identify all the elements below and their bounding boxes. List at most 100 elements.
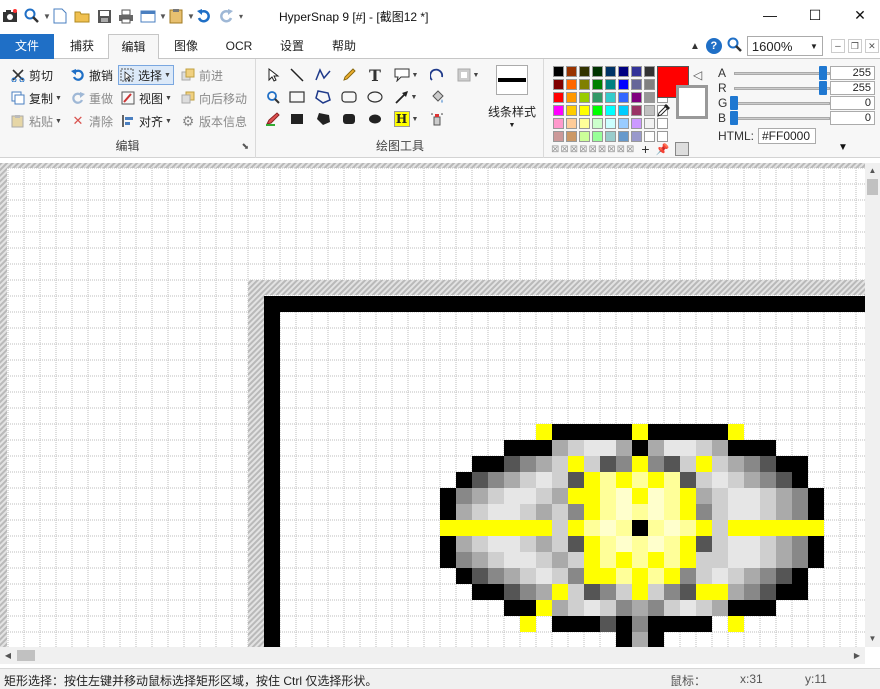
line-style-button[interactable]: 线条样式 ▼	[481, 65, 543, 135]
color-swatch[interactable]	[644, 66, 655, 77]
close-button[interactable]: ✕	[840, 0, 880, 30]
dialog-launcher-icon[interactable]: ⬊	[241, 141, 249, 152]
color-swatch[interactable]	[631, 79, 642, 90]
color-swatch[interactable]	[592, 92, 603, 103]
filled-rectangle-tool-icon[interactable]	[287, 109, 307, 129]
color-swatch[interactable]	[566, 79, 577, 90]
pixel-grid-canvas[interactable]	[0, 163, 865, 647]
add-color-icon[interactable]: +	[641, 141, 649, 157]
red-value[interactable]: 255	[830, 81, 875, 95]
polyline-tool-icon[interactable]	[313, 65, 333, 85]
green-thumb[interactable]	[730, 96, 738, 110]
cut-button[interactable]: 剪切	[10, 65, 53, 85]
color-swatch[interactable]	[566, 105, 577, 116]
color-swatch[interactable]	[579, 105, 590, 116]
scroll-down-icon[interactable]: ▼	[865, 631, 880, 647]
color-swatch[interactable]	[618, 105, 629, 116]
color-swatch[interactable]	[618, 118, 629, 129]
filled-polygon-tool-icon[interactable]	[313, 109, 333, 129]
color-swatch[interactable]	[618, 92, 629, 103]
tab-ocr[interactable]: OCR	[214, 34, 264, 59]
color-swatch[interactable]	[592, 118, 603, 129]
undo-button[interactable]: 撤销	[70, 65, 113, 85]
vertical-scrollbar[interactable]: ▲ ▼	[865, 163, 880, 647]
help-icon[interactable]: ?	[705, 38, 722, 54]
color-swatch[interactable]	[618, 66, 629, 77]
clear-button[interactable]: ✕ 清除	[70, 111, 113, 131]
filled-rounded-rectangle-tool-icon[interactable]	[339, 109, 359, 129]
view-button[interactable]: 视图 ▼	[120, 88, 172, 108]
html-color-input[interactable]: #FF0000	[758, 128, 816, 144]
mdi-close-icon[interactable]: ✕	[864, 39, 879, 53]
red-slider[interactable]: R 255	[718, 81, 875, 95]
color-swatch[interactable]	[631, 105, 642, 116]
pin-icon[interactable]: 📌	[656, 143, 670, 156]
mdi-minimize-icon[interactable]: –	[830, 39, 845, 53]
text-tool-icon[interactable]: T	[365, 65, 385, 85]
eyedropper-icon[interactable]	[656, 102, 672, 121]
tab-edit[interactable]: 编辑	[108, 34, 159, 60]
redo-button[interactable]: 重做	[70, 88, 113, 108]
line-tool-icon[interactable]	[287, 65, 307, 85]
color-swatch[interactable]	[631, 118, 642, 129]
vertical-scroll-thumb[interactable]	[867, 179, 878, 195]
green-value[interactable]: 0	[830, 96, 875, 110]
color-swatch[interactable]	[605, 105, 616, 116]
secondary-color-swatch[interactable]	[676, 85, 708, 119]
alpha-value[interactable]: 255	[830, 66, 875, 80]
blue-value[interactable]: 0	[830, 111, 875, 125]
palette-options-icon[interactable]	[675, 142, 690, 156]
zoom-icon[interactable]	[22, 6, 42, 26]
customize-arrow-icon[interactable]: ▾	[238, 8, 244, 24]
minimize-button[interactable]: —	[750, 0, 790, 30]
stamp-tool-icon[interactable]: ▼	[453, 65, 483, 85]
horizontal-scrollbar[interactable]: ◀ ▶	[0, 647, 865, 664]
mdi-restore-icon[interactable]: ❐	[847, 39, 862, 53]
color-swatch[interactable]	[605, 92, 616, 103]
swap-colors-icon[interactable]: ◁	[693, 68, 702, 82]
tab-image[interactable]: 图像	[162, 34, 210, 59]
color-swatch[interactable]	[566, 66, 577, 77]
color-swatch[interactable]	[553, 92, 564, 103]
color-swatch[interactable]	[644, 79, 655, 90]
zoom-tool-icon[interactable]	[263, 87, 283, 107]
color-swatch[interactable]	[579, 66, 590, 77]
open-folder-icon[interactable]	[72, 6, 92, 26]
polygon-tool-icon[interactable]	[313, 87, 333, 107]
color-swatch[interactable]	[644, 118, 655, 129]
version-info-button[interactable]: ⚙ 版本信息	[180, 111, 247, 131]
color-swatch[interactable]	[579, 118, 590, 129]
color-swatch[interactable]	[644, 105, 655, 116]
scroll-left-icon[interactable]: ◀	[0, 647, 16, 664]
red-thumb[interactable]	[819, 81, 827, 95]
paste-button[interactable]: 粘贴 ▼	[10, 111, 62, 131]
color-swatch[interactable]	[566, 92, 577, 103]
tab-capture[interactable]: 捕获	[58, 34, 106, 59]
color-swatch[interactable]	[579, 92, 590, 103]
callout-tool-icon[interactable]: ▼	[391, 65, 421, 85]
spray-tool-icon[interactable]	[427, 109, 447, 129]
save-icon[interactable]	[94, 6, 114, 26]
color-panel-expand-icon[interactable]: ▼	[838, 142, 848, 153]
color-swatch[interactable]	[553, 66, 564, 77]
color-swatch[interactable]	[605, 118, 616, 129]
color-swatch[interactable]	[592, 66, 603, 77]
pencil-tool-icon[interactable]	[339, 65, 359, 85]
fill-bucket-icon[interactable]	[427, 87, 447, 107]
color-swatch[interactable]	[644, 92, 655, 103]
color-swatch[interactable]	[631, 66, 642, 77]
green-slider[interactable]: G 0	[718, 96, 875, 110]
color-swatch[interactable]	[631, 92, 642, 103]
color-swatch[interactable]	[553, 105, 564, 116]
arc-tool-icon[interactable]	[427, 65, 447, 85]
arrow-tool-icon[interactable]: ▼	[391, 87, 421, 107]
select-button[interactable]: 选择 ▼	[118, 65, 174, 85]
color-swatch[interactable]	[566, 118, 577, 129]
scroll-up-icon[interactable]: ▲	[865, 163, 880, 179]
send-backward-button[interactable]: 向后移动	[180, 88, 247, 108]
rounded-rectangle-tool-icon[interactable]	[339, 87, 359, 107]
alpha-thumb[interactable]	[819, 66, 827, 80]
rectangle-tool-icon[interactable]	[287, 87, 307, 107]
color-swatch[interactable]	[592, 79, 603, 90]
horizontal-scroll-thumb[interactable]	[17, 650, 35, 661]
